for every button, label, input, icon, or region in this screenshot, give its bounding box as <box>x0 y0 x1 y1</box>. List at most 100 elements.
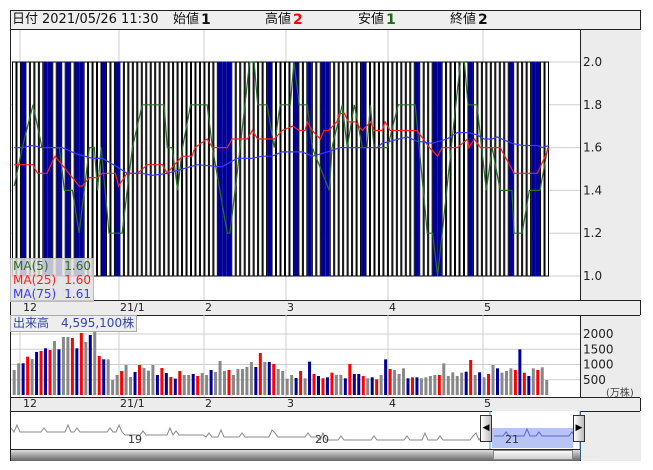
volume-bar <box>97 355 101 395</box>
candle <box>405 61 411 277</box>
volume-bar <box>527 375 531 395</box>
volume-bar <box>200 373 204 395</box>
volume-bar <box>299 370 303 395</box>
price-tick-label: 2.0 <box>583 55 602 69</box>
candle <box>325 61 330 277</box>
volume-bar <box>384 359 388 395</box>
date-label: 3 <box>287 301 294 314</box>
candle <box>302 61 308 277</box>
candle <box>43 61 48 277</box>
volume-bar <box>35 351 39 395</box>
candle <box>356 61 362 277</box>
candle <box>526 61 532 277</box>
volume-tick-label: 1500 <box>583 342 614 356</box>
volume-bar <box>294 378 298 395</box>
volume-bar <box>469 359 473 395</box>
range-handle-left[interactable]: ◀ <box>480 415 492 442</box>
candle <box>155 61 160 277</box>
volume-bar <box>321 378 325 395</box>
volume-tick-label: 2000 <box>583 327 614 341</box>
candle <box>441 61 447 277</box>
volume-bar <box>12 369 16 395</box>
volume-bar <box>146 370 150 395</box>
scrollbar-thumb[interactable] <box>493 450 573 460</box>
candle <box>284 61 290 277</box>
volume-bar <box>30 359 34 395</box>
candle <box>20 61 26 277</box>
candle <box>249 61 254 277</box>
volume-bar <box>281 370 285 395</box>
volume-bar <box>142 368 146 395</box>
volume-bar <box>249 361 253 395</box>
volume-bar <box>21 363 25 395</box>
candle <box>396 61 402 277</box>
navigator-year-label: 20 <box>315 433 329 446</box>
volume-bar <box>482 377 486 395</box>
candle <box>450 61 456 277</box>
candle <box>338 61 344 277</box>
candle <box>298 61 303 277</box>
volume-bar <box>308 361 312 395</box>
caret-right-icon: ▶ <box>575 423 583 433</box>
candle <box>347 61 353 277</box>
legend-label: MA(75) <box>13 287 57 301</box>
date-label: 12 <box>23 301 37 314</box>
volume-bar <box>352 373 356 395</box>
candle <box>114 61 120 277</box>
candle <box>423 61 429 277</box>
volume-bar <box>84 341 88 395</box>
volume-bar <box>536 369 540 395</box>
price-tick-label: 1.0 <box>583 269 602 283</box>
candle <box>316 61 321 277</box>
range-handle-right[interactable]: ▶ <box>573 415 585 442</box>
volume-bar <box>437 374 441 395</box>
volume-bar <box>227 369 231 395</box>
volume-bar <box>39 350 43 395</box>
volume-bar <box>348 364 352 395</box>
volume-bar <box>187 374 191 395</box>
volume-bar <box>455 375 459 395</box>
legend-label: MA(5) <box>13 259 49 273</box>
candle <box>12 61 17 277</box>
candle <box>150 61 156 277</box>
volume-bar <box>513 369 517 395</box>
candle <box>137 61 142 277</box>
legend-value: 1.60 <box>64 273 91 287</box>
volume-unit: (万株) <box>606 388 634 399</box>
candle <box>231 61 236 277</box>
volume-bar <box>88 335 92 395</box>
candle <box>105 61 111 277</box>
legend-value: 1.61 <box>64 287 91 301</box>
legend-value: 1.60 <box>64 259 91 273</box>
candle <box>459 61 464 277</box>
volume-bar <box>531 368 535 395</box>
candle <box>262 61 268 277</box>
volume-bar <box>361 375 365 395</box>
candle <box>383 61 388 277</box>
volume-bar <box>540 367 544 395</box>
volume-bar <box>276 369 280 395</box>
chart-canvas[interactable]: 2.0 1.8 1.6 1.4 1.2 1.0 20001500 1000500 12 12 21/… <box>0 0 653 470</box>
volume-bar <box>424 377 428 395</box>
candle <box>499 61 505 277</box>
volume-bar <box>388 369 392 395</box>
volume-bar <box>339 374 343 395</box>
candle <box>280 61 285 277</box>
volume-bar <box>57 349 61 395</box>
candle <box>414 61 420 277</box>
candle <box>271 61 277 277</box>
volume-bar <box>442 363 446 395</box>
volume-bar <box>182 374 186 395</box>
legend-ma5: MA(5) 1.60 <box>11 259 93 273</box>
volume-bar <box>428 375 432 395</box>
volume-tick-label: 500 <box>583 373 606 387</box>
volume-bar <box>120 370 124 395</box>
volume-bar <box>402 368 406 395</box>
volume-bar <box>178 370 182 395</box>
date-label: 5 <box>484 301 491 314</box>
volume-bar <box>173 378 177 395</box>
candle <box>378 61 384 277</box>
volume-bar <box>317 375 320 395</box>
volume-bar <box>209 369 213 395</box>
candle <box>199 61 205 277</box>
